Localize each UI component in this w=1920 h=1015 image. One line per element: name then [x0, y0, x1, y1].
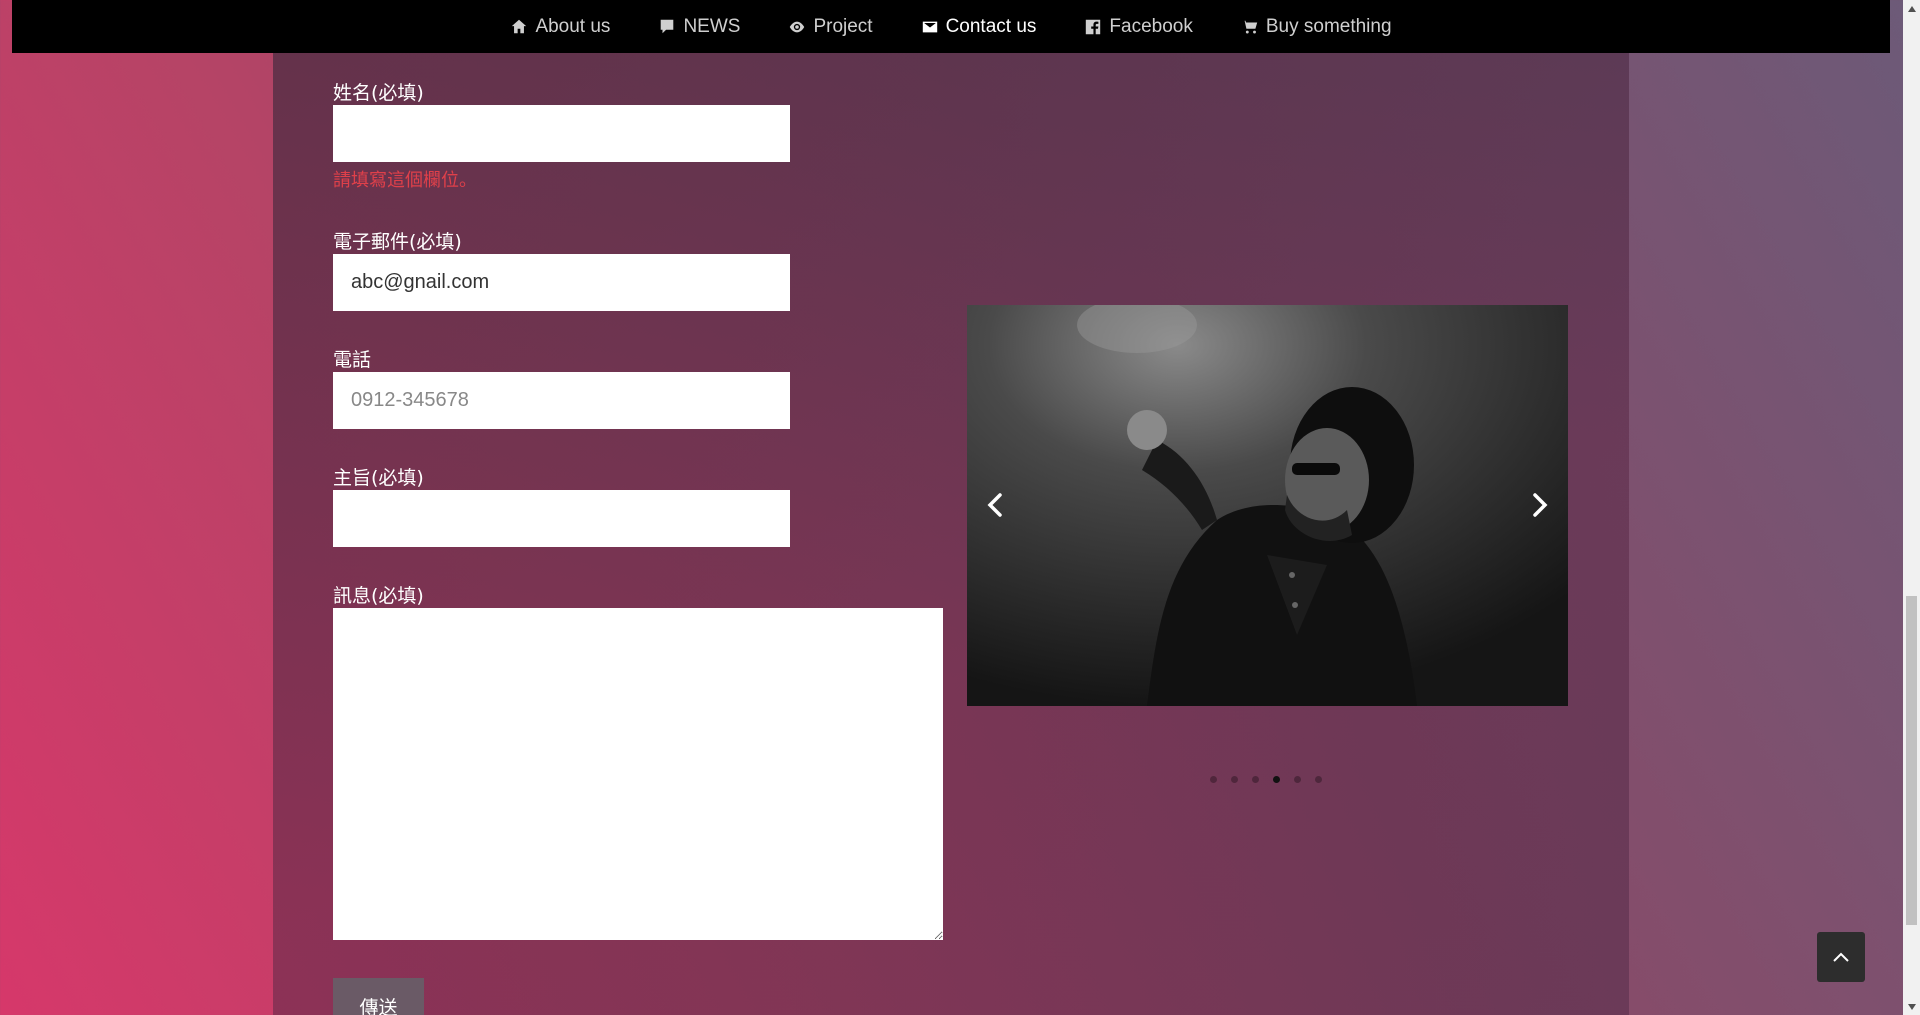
name-label: 姓名(必填)	[333, 82, 424, 104]
scroll-down-arrow[interactable]	[1903, 998, 1920, 1015]
nav-item-project[interactable]: Project	[764, 0, 896, 53]
chevron-left-icon	[987, 493, 1002, 517]
chevron-right-icon	[1533, 493, 1548, 517]
slider-dot-active[interactable]	[1273, 776, 1280, 783]
slider-dot[interactable]	[1231, 776, 1238, 783]
send-button[interactable]: 傳送	[333, 978, 424, 1015]
nav-label-buy-something: Buy something	[1265, 15, 1392, 37]
back-to-top-button[interactable]	[1817, 932, 1865, 982]
nav-label-project: Project	[813, 15, 873, 37]
nav-item-facebook[interactable]: Facebook	[1060, 0, 1216, 53]
facebook-icon	[1084, 18, 1102, 36]
nav-label-about-us: About us	[535, 15, 611, 37]
nav-item-buy-something[interactable]: Buy something	[1217, 0, 1416, 53]
nav-label-facebook: Facebook	[1109, 15, 1193, 37]
slider-pagination	[1210, 776, 1322, 783]
envelope-icon	[921, 18, 939, 36]
scroll-up-arrow[interactable]	[1903, 0, 1920, 17]
nav-item-about-us[interactable]: About us	[486, 0, 634, 53]
scrollbar-thumb[interactable]	[1906, 596, 1917, 925]
nav-label-contact-us: Contact us	[945, 15, 1037, 37]
nav-label-news: NEWS	[683, 15, 741, 37]
page-scrollbar[interactable]	[1903, 0, 1920, 1015]
slider-dot[interactable]	[1252, 776, 1259, 783]
phone-label: 電話	[333, 349, 372, 371]
home-icon	[510, 18, 528, 36]
email-field[interactable]	[333, 254, 790, 311]
name-field[interactable]	[333, 105, 790, 162]
triangle-up-icon	[1907, 5, 1916, 12]
phone-field[interactable]	[333, 372, 790, 429]
message-label: 訊息(必填)	[333, 585, 424, 607]
nav-item-news[interactable]: NEWS	[634, 0, 764, 53]
slider-photo	[967, 305, 1568, 706]
slider-next-button[interactable]	[1520, 480, 1560, 530]
nav-item-contact-us[interactable]: Contact us	[897, 0, 1061, 53]
slider-dot[interactable]	[1315, 776, 1322, 783]
speech-bubble-icon	[658, 18, 676, 36]
image-slider	[967, 305, 1568, 706]
name-error-message: 請填寫這個欄位。	[333, 170, 477, 191]
email-label: 電子郵件(必填)	[333, 231, 462, 253]
top-navigation-bar: About us NEWS Project Contact us Faceboo…	[12, 0, 1890, 53]
slider-prev-button[interactable]	[975, 480, 1015, 530]
main-nav: About us NEWS Project Contact us Faceboo…	[486, 0, 1415, 53]
triangle-down-icon	[1907, 1003, 1916, 1010]
subject-label: 主旨(必填)	[333, 467, 424, 489]
subject-field[interactable]	[333, 490, 790, 547]
slider-dot[interactable]	[1294, 776, 1301, 783]
cart-icon	[1241, 18, 1259, 36]
message-field[interactable]	[333, 608, 943, 940]
eye-icon	[788, 18, 806, 36]
slider-dot[interactable]	[1210, 776, 1217, 783]
chevron-up-icon	[1833, 952, 1849, 962]
